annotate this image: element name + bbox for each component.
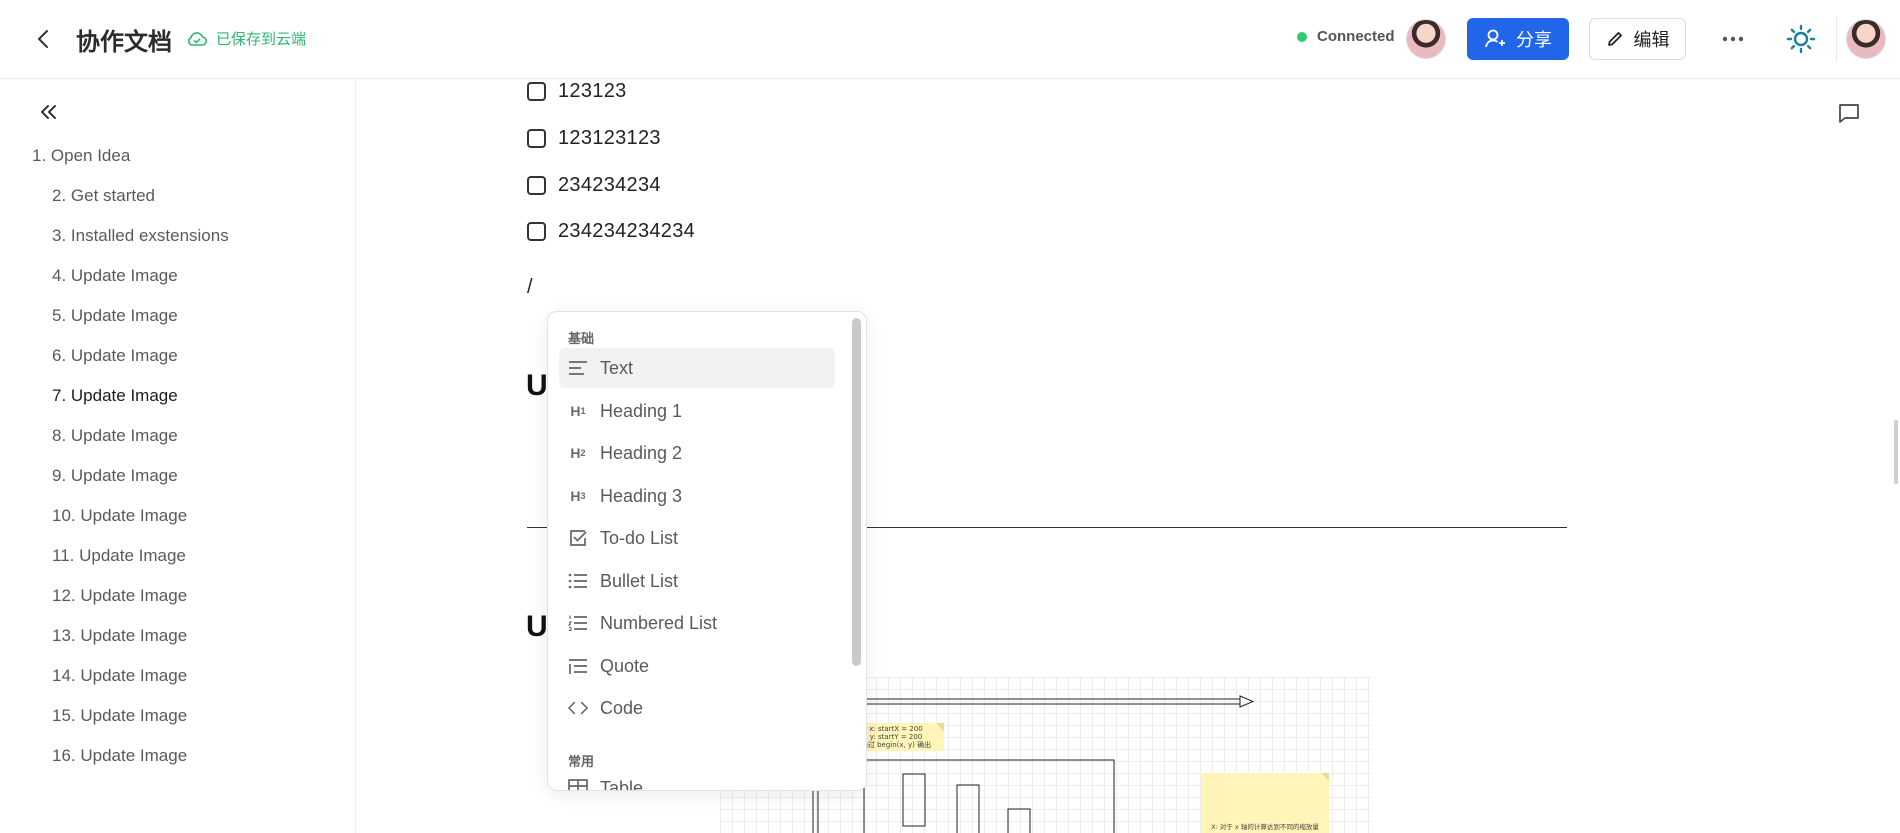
toc-item[interactable]: 6. Update Image: [0, 336, 355, 376]
heading-block[interactable]: U: [526, 369, 548, 403]
toc-item[interactable]: 11. Update Image: [0, 536, 355, 576]
slash-command-input[interactable]: /: [527, 276, 533, 299]
slash-command-menu: 基础 Text H1 Heading 1 H2 Heading 2 H3 Hea…: [547, 311, 867, 791]
todo-checkbox[interactable]: [527, 82, 546, 101]
menu-item-text[interactable]: Text: [559, 348, 835, 388]
share-label: 分享: [1516, 30, 1552, 50]
menu-item-label: To-do List: [600, 527, 679, 548]
note-text: y: startY = 200: [870, 733, 922, 741]
user-share-icon: [1485, 29, 1505, 48]
toc-item[interactable]: 10. Update Image: [0, 496, 355, 536]
menu-item-label: Numbered List: [600, 612, 718, 633]
table-icon: [568, 778, 588, 790]
user-avatar[interactable]: [1846, 19, 1886, 59]
comment-button[interactable]: [1834, 98, 1864, 128]
toc-item[interactable]: 4. Update Image: [0, 256, 355, 296]
menu-item-label: Text: [600, 357, 634, 378]
quote-icon: [568, 656, 588, 676]
code-icon: [568, 698, 588, 718]
todo-text[interactable]: 234234234: [558, 174, 661, 197]
note-text: x: startX = 200: [869, 725, 923, 733]
save-status: 已保存到云端: [186, 28, 306, 49]
menu-item-heading-1[interactable]: H1 Heading 1: [559, 391, 835, 431]
edit-label: 编辑: [1633, 30, 1670, 50]
todo-item: 123123123: [527, 127, 661, 150]
chevrons-left-icon: [41, 105, 56, 119]
numbered-list-icon: [568, 613, 588, 633]
menu-item-quote[interactable]: Quote: [559, 646, 835, 686]
collapse-sidebar-button[interactable]: [34, 98, 62, 126]
cloud-check-icon: [188, 31, 208, 46]
menu-item-label: Heading 1: [600, 400, 683, 421]
heading1-icon: H1: [570, 403, 586, 419]
text-icon: [568, 358, 588, 378]
menu-group-basic: 基础: [568, 331, 595, 346]
connected-dot-icon: [1297, 31, 1307, 42]
header-divider: [1836, 16, 1837, 62]
menu-scrollbar[interactable]: [852, 318, 861, 666]
todo-text[interactable]: 234234234234: [558, 220, 695, 243]
menu-item-label: Table: [600, 777, 644, 791]
note-text: 通过 begin(x, y) 确出: [861, 740, 931, 749]
bullet-list-icon: [568, 571, 588, 591]
toc-item[interactable]: 2. Get started: [0, 176, 355, 216]
top-bar: 协作文档 已保存到云端 Connected 分享 编辑: [0, 0, 1900, 79]
document-title: 协作文档: [76, 29, 172, 56]
save-status-text: 已保存到云端: [216, 31, 307, 48]
menu-item-label: Heading 2: [600, 442, 683, 463]
connection-status: Connected: [1297, 28, 1395, 45]
sun-icon: [1786, 24, 1816, 54]
back-button[interactable]: [28, 24, 58, 54]
toc-item[interactable]: 8. Update Image: [0, 416, 355, 456]
pencil-icon: [1607, 32, 1622, 46]
checkbox-icon: [568, 528, 588, 548]
more-options-button[interactable]: [1716, 22, 1750, 56]
more-horizontal-icon: [1722, 36, 1744, 42]
share-button[interactable]: 分享: [1467, 18, 1569, 60]
chevron-left-icon: [38, 30, 48, 48]
collaborator-avatar[interactable]: [1406, 19, 1446, 59]
todo-checkbox[interactable]: [527, 222, 546, 241]
table-of-contents: 1. Open Idea 2. Get started 3. Installed e…: [0, 136, 355, 776]
menu-item-bullet-list[interactable]: Bullet List: [559, 561, 835, 601]
menu-item-heading-2[interactable]: H2 Heading 2: [559, 433, 835, 473]
menu-item-numbered-list[interactable]: Numbered List: [559, 603, 835, 643]
toc-item[interactable]: 15. Update Image: [0, 696, 355, 736]
todo-item: 234234234234: [527, 220, 695, 243]
heading-block[interactable]: U: [526, 610, 548, 644]
todo-item: 123123: [527, 80, 627, 103]
outline-sidebar: 1. Open Idea 2. Get started 3. Installed e…: [0, 80, 356, 833]
menu-item-label: Code: [600, 697, 644, 718]
toc-item[interactable]: 9. Update Image: [0, 456, 355, 496]
menu-item-label: Bullet List: [600, 570, 679, 591]
heading2-icon: H2: [570, 445, 586, 461]
menu-item-label: Heading 3: [600, 485, 683, 506]
comment-icon: [1839, 104, 1859, 123]
todo-text[interactable]: 123123123: [558, 127, 661, 150]
toc-item[interactable]: 7. Update Image: [0, 376, 355, 416]
edit-button[interactable]: 编辑: [1589, 18, 1686, 60]
menu-item-code[interactable]: Code: [559, 688, 835, 728]
connection-text: Connected: [1317, 28, 1395, 45]
page-scrollbar[interactable]: [1894, 420, 1898, 484]
menu-item-table[interactable]: Table: [559, 768, 835, 791]
toc-item[interactable]: 12. Update Image: [0, 576, 355, 616]
menu-item-todo-list[interactable]: To-do List: [559, 518, 835, 558]
theme-toggle-button[interactable]: [1782, 20, 1820, 58]
toc-item[interactable]: 1. Open Idea: [0, 136, 355, 176]
toc-item[interactable]: 5. Update Image: [0, 296, 355, 336]
todo-item: 234234234: [527, 174, 661, 197]
todo-checkbox[interactable]: [527, 129, 546, 148]
todo-checkbox[interactable]: [527, 176, 546, 195]
heading3-icon: H3: [570, 488, 586, 504]
todo-text[interactable]: 123123: [558, 80, 627, 103]
menu-item-label: Quote: [600, 655, 650, 676]
toc-item[interactable]: 13. Update Image: [0, 616, 355, 656]
toc-item[interactable]: 3. Installed exstensions: [0, 216, 355, 256]
note-text: X: 对于 x 轴的计算达到不同的缩放量: [1211, 822, 1319, 831]
toc-item[interactable]: 14. Update Image: [0, 656, 355, 696]
toc-item[interactable]: 16. Update Image: [0, 736, 355, 776]
menu-item-heading-3[interactable]: H3 Heading 3: [559, 476, 835, 516]
